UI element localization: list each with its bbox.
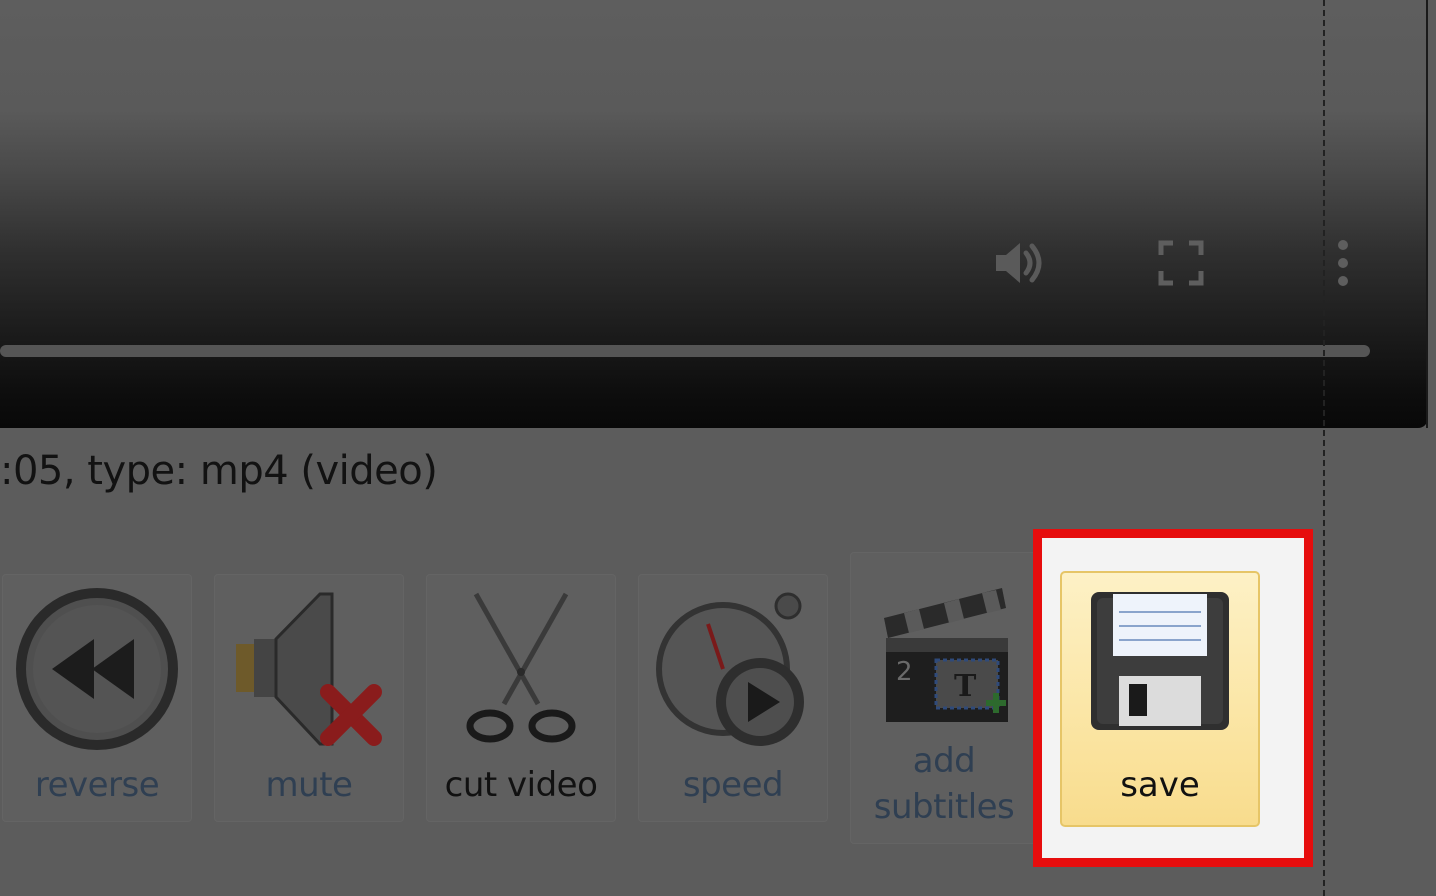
- stopwatch-play-icon: [639, 581, 827, 757]
- volume-button[interactable]: [988, 234, 1050, 296]
- volume-icon: [990, 238, 1048, 292]
- speaker-muted-icon: [215, 581, 403, 757]
- page: :05, type: mp4 (video) reverse mute cut …: [0, 0, 1436, 896]
- fullscreen-button[interactable]: [1152, 236, 1210, 294]
- player-border: [1426, 0, 1428, 428]
- file-info-text: :05, type: mp4 (video): [0, 448, 438, 494]
- svg-text:2: 2: [896, 657, 913, 687]
- speed-button[interactable]: speed: [638, 574, 828, 822]
- mute-label: mute: [265, 765, 353, 805]
- save-button[interactable]: save: [1060, 571, 1260, 827]
- more-vertical-icon: [1335, 237, 1351, 293]
- svg-text:T: T: [954, 669, 977, 704]
- reverse-button[interactable]: reverse: [2, 574, 192, 822]
- scissors-icon: [427, 581, 615, 757]
- add-subtitles-label-line1: add: [912, 741, 976, 781]
- speed-label: speed: [682, 765, 784, 805]
- dashed-divider: [1323, 0, 1325, 896]
- floppy-disk-icon: [1062, 591, 1258, 731]
- fullscreen-icon: [1158, 240, 1204, 290]
- rewind-icon: [3, 581, 191, 757]
- save-label: save: [1120, 765, 1200, 805]
- cut-video-label: cut video: [444, 765, 598, 805]
- add-subtitles-button[interactable]: 2 T add subtitles: [850, 552, 1038, 844]
- more-options-button[interactable]: [1326, 234, 1360, 296]
- video-player[interactable]: [0, 0, 1428, 428]
- progress-bar[interactable]: [0, 345, 1370, 357]
- cut-video-button[interactable]: cut video: [426, 574, 616, 822]
- clapperboard-text-icon: 2 T: [851, 563, 1037, 733]
- mute-button[interactable]: mute: [214, 574, 404, 822]
- reverse-label: reverse: [34, 765, 160, 805]
- add-subtitles-label-line2: subtitles: [873, 787, 1015, 827]
